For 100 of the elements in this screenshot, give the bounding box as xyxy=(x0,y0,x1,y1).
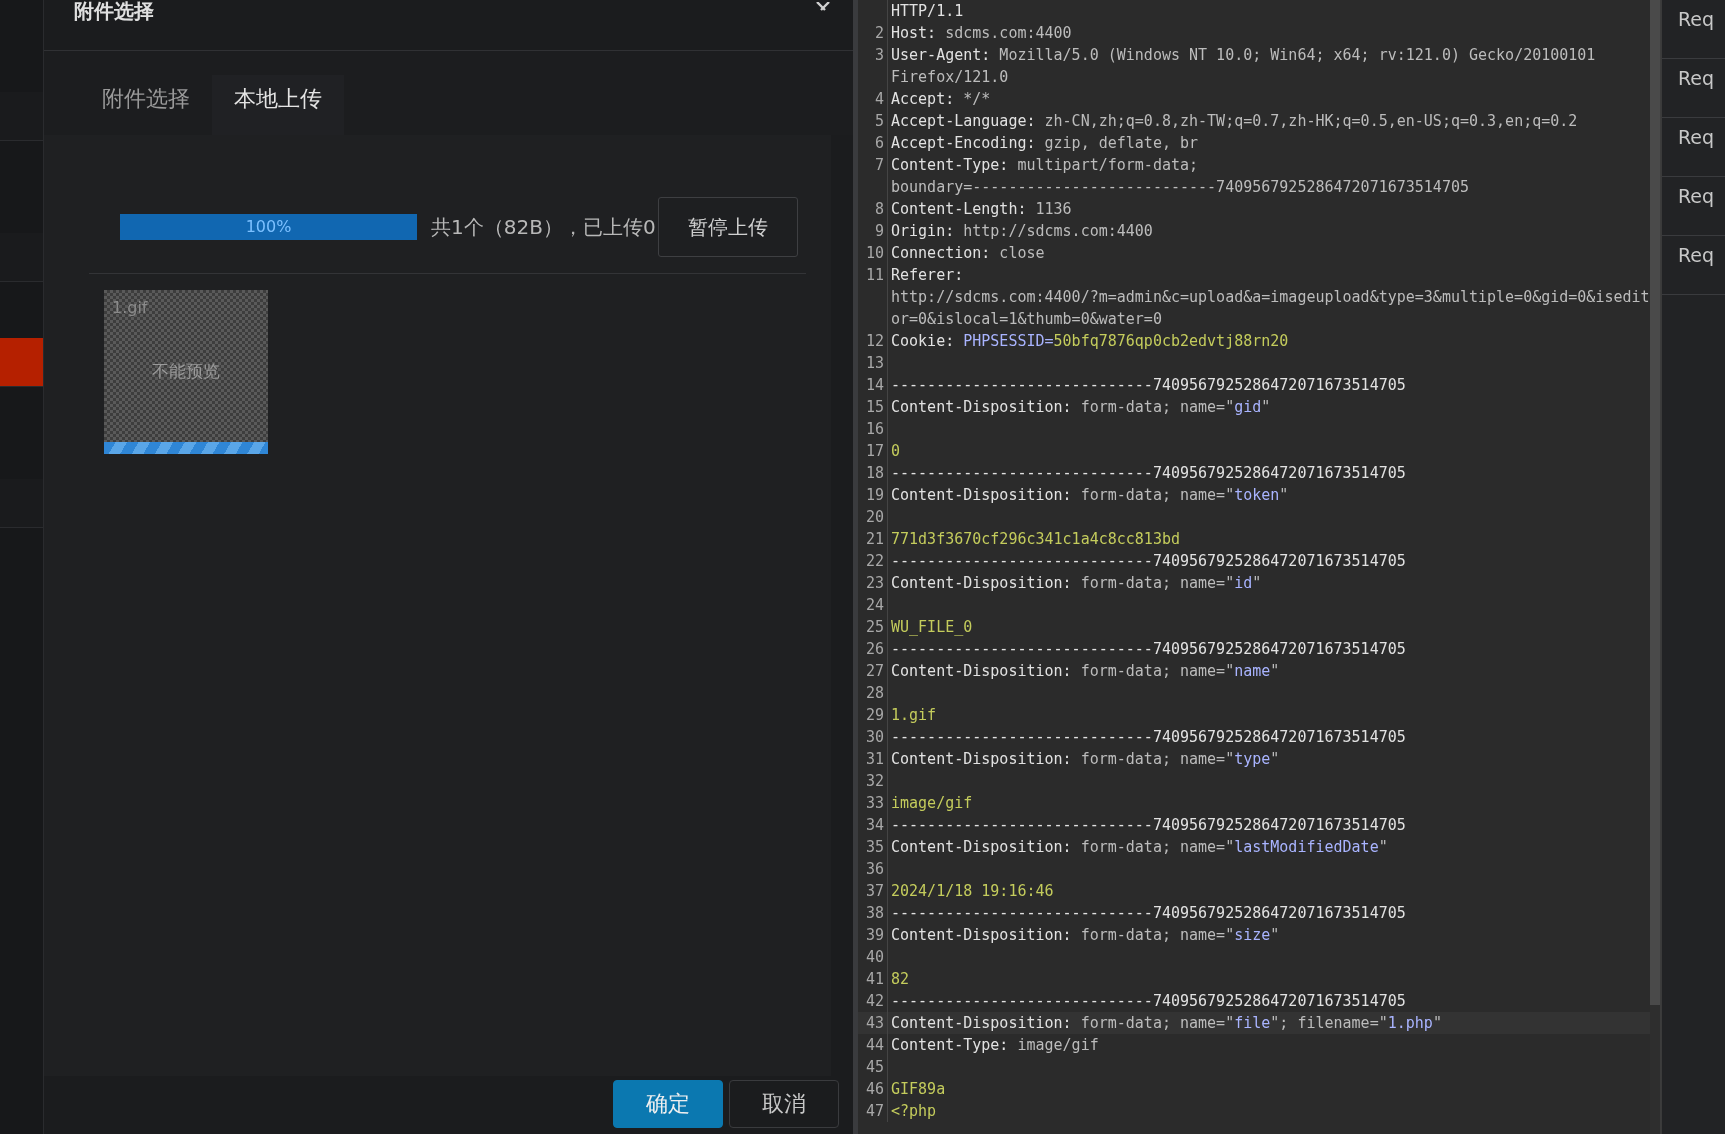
code-line: -----------------------------7409567925286472071673514705 xyxy=(891,552,1406,570)
line-number: 33 xyxy=(865,794,884,812)
code-line: Firefox/121.0 xyxy=(891,68,1009,86)
line-number: 44 xyxy=(865,1036,884,1054)
code-line: Referer: xyxy=(891,266,964,284)
line-number: 8 xyxy=(874,200,884,218)
code-line: GIF89a xyxy=(891,1080,946,1098)
side-tab[interactable]: Req xyxy=(1662,236,1725,295)
line-number: 23 xyxy=(865,574,884,592)
line-number: 39 xyxy=(865,926,884,944)
line-number: 38 xyxy=(865,904,884,922)
progress-label: 100% xyxy=(244,217,293,236)
line-number: 24 xyxy=(865,596,884,614)
code-line: -----------------------------7409567925286472071673514705 xyxy=(891,376,1406,394)
code-line: Content-Disposition: form-data; name="name" xyxy=(891,662,1280,680)
confirm-button[interactable]: 确定 xyxy=(613,1080,723,1128)
cancel-button[interactable]: 取消 xyxy=(729,1080,839,1128)
line-number: 16 xyxy=(865,420,884,438)
line-number: 13 xyxy=(865,354,884,372)
code-line: Accept-Language: zh-CN,zh;q=0.8,zh-TW;q=0.7,zh-HK;q=0.5,en-US;q=0.3,en;q=0.2 xyxy=(891,112,1578,130)
line-number: 6 xyxy=(874,134,884,152)
code-line: -----------------------------7409567925286472071673514705 xyxy=(891,640,1406,658)
side-tab[interactable]: Req xyxy=(1662,118,1725,177)
line-number: 32 xyxy=(865,772,884,790)
code-line: -----------------------------7409567925286472071673514705 xyxy=(891,728,1406,746)
code-line: 0 xyxy=(891,442,901,460)
code-line: or=0&islocal=1&thumb=0&water=0 xyxy=(891,310,1162,328)
code-line: <?php xyxy=(891,1102,937,1120)
line-number: 31 xyxy=(865,750,884,768)
side-tab[interactable]: Req xyxy=(1662,177,1725,236)
line-number: 19 xyxy=(865,486,884,504)
line-number: 42 xyxy=(865,992,884,1010)
side-tab[interactable]: Req xyxy=(1662,59,1725,118)
sidebar-item[interactable] xyxy=(0,338,43,387)
code-line: Content-Disposition: form-data; name="type" xyxy=(891,750,1280,768)
tab[interactable]: 附件选择 xyxy=(80,75,212,123)
line-number: 9 xyxy=(874,222,884,240)
line-number: 40 xyxy=(865,948,884,966)
code-line: Content-Length: 1136 xyxy=(891,200,1072,218)
line-number: 12 xyxy=(865,332,884,350)
file-name: 1.gif xyxy=(112,298,148,317)
line-number: 4 xyxy=(874,90,884,108)
code-line: -----------------------------7409567925286472071673514705 xyxy=(891,992,1406,1010)
side-tab[interactable]: Req xyxy=(1662,0,1725,59)
line-number: 21 xyxy=(865,530,884,548)
scrollbar-thumb[interactable] xyxy=(1649,0,1660,1005)
line-number: 34 xyxy=(865,816,884,834)
line-number: 27 xyxy=(865,662,884,680)
code-line: Connection: close xyxy=(891,244,1045,262)
dialog-title: 附件选择 xyxy=(74,0,154,22)
preview-unavailable: 不能预览 xyxy=(151,360,221,383)
line-number: 36 xyxy=(865,860,884,878)
line-number: 37 xyxy=(865,882,884,900)
code-line: Content-Disposition: form-data; name="size" xyxy=(891,926,1280,944)
tab[interactable]: 本地上传 xyxy=(212,75,344,135)
code-line: 1.gif xyxy=(891,706,937,724)
code-line: -----------------------------7409567925286472071673514705 xyxy=(891,904,1406,922)
code-line: Content-Type: multipart/form-data; xyxy=(891,156,1199,174)
line-number: 41 xyxy=(865,970,884,988)
line-number: 14 xyxy=(865,376,884,394)
line-number: 17 xyxy=(865,442,884,460)
line-number: 10 xyxy=(865,244,884,262)
line-number: 47 xyxy=(865,1102,884,1120)
close-icon[interactable] xyxy=(815,2,831,12)
code-line: Origin: http://sdcms.com:4400 xyxy=(891,222,1153,240)
code-line: HTTP/1.1 xyxy=(891,2,964,20)
line-number: 2 xyxy=(874,24,884,42)
code-line: WU_FILE_0 xyxy=(891,618,973,636)
code-line: 2024/1/18 19:16:46 xyxy=(891,882,1054,900)
code-line: Content-Disposition: form-data; name="lastModifiedDate" xyxy=(891,838,1388,856)
upload-status: 共1个（82B），已上传0 xyxy=(431,213,656,241)
line-number: 35 xyxy=(865,838,884,856)
code-line: -----------------------------7409567925286472071673514705 xyxy=(891,816,1406,834)
line-number: 45 xyxy=(865,1058,884,1076)
line-number: 20 xyxy=(865,508,884,526)
line-number: 15 xyxy=(865,398,884,416)
line-number: 28 xyxy=(865,684,884,702)
line-number: 26 xyxy=(865,640,884,658)
code-line: Content-Disposition: form-data; name="id" xyxy=(891,574,1262,592)
line-number: 46 xyxy=(865,1080,884,1098)
code-line: Accept: */* xyxy=(891,90,991,108)
code-line: boundary=---------------------------7409567925286472071673514705 xyxy=(891,178,1469,196)
code-line: Content-Disposition: form-data; name="token" xyxy=(891,486,1289,504)
code-line: 82 xyxy=(891,970,910,988)
pause-button[interactable]: 暂停上传 xyxy=(657,197,798,257)
line-number: 25 xyxy=(865,618,884,636)
line-number: 29 xyxy=(865,706,884,724)
line-number: 7 xyxy=(874,156,884,174)
code-line: -----------------------------7409567925286472071673514705 xyxy=(891,464,1406,482)
code-line: http://sdcms.com:4400/?m=admin&c=upload&a=imageupload&type=3&multiple=0&gid=0&isedit xyxy=(891,288,1650,306)
line-number: 18 xyxy=(865,464,884,482)
code-line: Content-Disposition: form-data; name="file"; filename="1.php" xyxy=(891,1014,1442,1032)
line-number: 30 xyxy=(865,728,884,746)
file-thumbnail[interactable]: 1.gif 不能预览 xyxy=(104,290,268,454)
code-line: Accept-Encoding: gzip, deflate, br xyxy=(891,134,1199,152)
code-line: Content-Type: image/gif xyxy=(891,1036,1099,1054)
line-number: 11 xyxy=(865,266,884,284)
code-line: Host: sdcms.com:4400 xyxy=(891,24,1072,42)
line-number: 3 xyxy=(874,46,884,64)
code-line: Cookie: PHPSESSID=50bfq7876qp0cb2edvtj88rn20 xyxy=(891,332,1289,350)
